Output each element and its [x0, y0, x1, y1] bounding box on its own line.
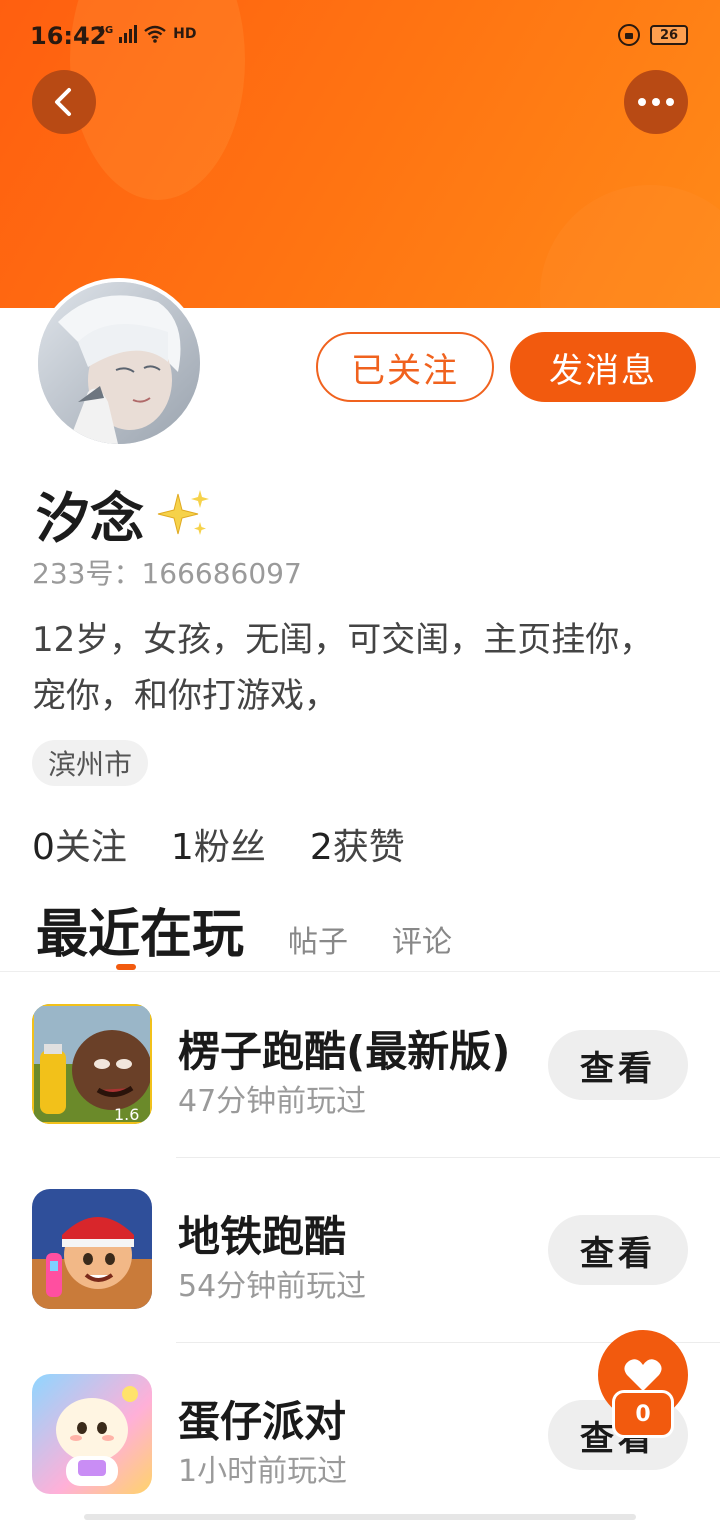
user-stats: 0关注 1粉丝 2获赞	[32, 818, 405, 870]
status-time: 16:42	[30, 22, 107, 50]
send-message-button[interactable]: 发消息	[510, 332, 696, 402]
status-left-icons: 4G HD	[98, 25, 197, 43]
game-played-time: 47分钟前玩过	[178, 1084, 367, 1119]
status-right-icons: 26	[618, 24, 688, 46]
user-name-row: 汐念	[36, 474, 212, 553]
signal-icon	[119, 25, 138, 43]
back-button[interactable]	[32, 70, 96, 134]
game-played-time: 54分钟前玩过	[178, 1269, 367, 1304]
list-item[interactable]: 1.6 楞子跑酷(最新版) 47分钟前玩过 查看	[0, 1004, 720, 1189]
chevron-left-icon	[55, 88, 71, 116]
hd-label: HD	[173, 26, 197, 42]
stat-followers[interactable]: 1粉丝	[171, 818, 266, 870]
tab-posts[interactable]: 帖子	[288, 917, 348, 961]
tab-indicator	[116, 964, 136, 970]
view-button[interactable]: 查看	[548, 1030, 688, 1100]
avatar[interactable]	[34, 278, 204, 448]
game-name: 蛋仔派对	[178, 1397, 347, 1446]
location-tag[interactable]: 滨州市	[32, 740, 149, 786]
like-count-badge: 0	[612, 1390, 674, 1438]
heart-icon	[624, 1359, 662, 1391]
user-bio: 12岁，女孩，无闺，可交闺，主页挂你，宠你，和你打游戏，	[32, 620, 654, 716]
game-played-time: 1小时前玩过	[178, 1454, 348, 1489]
game-icon: 1.6	[32, 1004, 152, 1124]
more-dots-icon	[638, 98, 674, 106]
avatar-image	[38, 282, 200, 444]
banner-decoration	[540, 185, 720, 308]
bottom-content-edge	[84, 1514, 636, 1520]
user-name: 汐念	[36, 487, 144, 550]
divider	[176, 1157, 720, 1158]
battery-icon: 26	[650, 25, 688, 45]
rotation-lock-icon	[618, 24, 640, 46]
svg-text:1.6: 1.6	[114, 1105, 139, 1124]
network-type: 4G	[98, 25, 114, 36]
divider	[0, 971, 720, 972]
tab-recently-played[interactable]: 最近在玩	[36, 892, 244, 970]
game-name: 楞子跑酷(最新版)	[178, 1027, 511, 1076]
stat-following[interactable]: 0关注	[32, 818, 127, 870]
profile-tabs: 最近在玩 帖子 评论	[36, 892, 452, 970]
more-button[interactable]	[624, 70, 688, 134]
wifi-icon	[144, 25, 166, 43]
following-button[interactable]: 已关注	[316, 332, 494, 402]
user-id: 233号：166686097	[32, 557, 302, 590]
game-icon	[32, 1189, 152, 1309]
sparkles-icon	[157, 489, 209, 535]
stat-likes[interactable]: 2获赞	[310, 818, 405, 870]
view-button[interactable]: 查看	[548, 1215, 688, 1285]
tab-comments[interactable]: 评论	[392, 917, 452, 961]
game-icon	[32, 1374, 152, 1494]
game-name: 地铁跑酷	[178, 1212, 347, 1261]
status-bar: 16:42 4G HD 26	[0, 0, 720, 72]
